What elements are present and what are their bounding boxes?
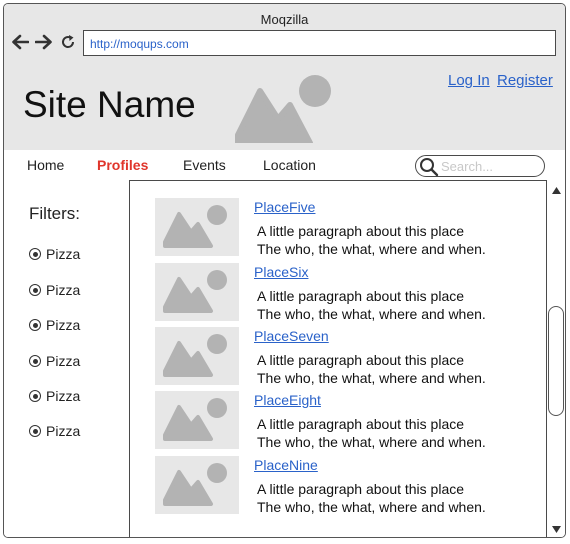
filter-option[interactable]: Pizza	[29, 245, 80, 263]
menu-item-events[interactable]: Events	[183, 157, 226, 173]
filter-label: Pizza	[46, 317, 81, 333]
radio-icon[interactable]	[29, 248, 41, 260]
place-details: The who, the what, where and when.	[257, 306, 486, 322]
filter-option[interactable]: Pizza	[29, 316, 80, 334]
browser-window: Moqzilla http://moqups.com Site Name Log…	[3, 3, 566, 538]
filter-option[interactable]: Pizza	[29, 387, 80, 405]
scroll-down-arrow-icon[interactable]	[547, 521, 565, 537]
placeholder-image-icon	[163, 205, 227, 248]
filters-title: Filters:	[29, 204, 80, 223]
search-placeholder: Search...	[441, 159, 494, 174]
place-thumbnail	[155, 391, 239, 449]
place-description: A little paragraph about this place	[257, 416, 465, 432]
place-details: The who, the what, where and when.	[257, 434, 486, 450]
window-title: Moqzilla	[260, 12, 309, 27]
forward-arrow-icon[interactable]	[35, 33, 53, 51]
placeholder-image-icon	[235, 75, 331, 143]
filter-label: Pizza	[46, 388, 81, 404]
place-thumbnail	[155, 456, 239, 514]
scroll-up-arrow-icon[interactable]	[547, 182, 565, 198]
place-description: A little paragraph about this place	[257, 352, 465, 368]
reload-icon[interactable]	[59, 33, 77, 51]
filter-label: Pizza	[46, 282, 81, 298]
place-description: A little paragraph about this place	[257, 481, 465, 497]
filter-option[interactable]: Pizza	[29, 422, 80, 440]
place-name-link[interactable]: PlaceSeven	[254, 328, 329, 344]
site-header: Site Name Log In Register	[4, 66, 565, 150]
list-item: PlaceEight A little paragraph about this…	[155, 391, 545, 450]
place-thumbnail	[155, 198, 239, 256]
radio-icon[interactable]	[29, 319, 41, 331]
place-name-link[interactable]: PlaceNine	[254, 457, 318, 473]
filter-label: Pizza	[46, 353, 81, 369]
login-link[interactable]: Log In	[448, 72, 490, 89]
list-item: PlaceNine A little paragraph about this …	[155, 456, 545, 515]
menu-item-profiles[interactable]: Profiles	[97, 157, 148, 173]
place-details: The who, the what, where and when.	[257, 370, 486, 386]
filter-option[interactable]: Pizza	[29, 281, 80, 299]
place-details: The who, the what, where and when.	[257, 241, 486, 257]
filters-sidebar: Filters: Pizza Pizza Pizza Pizza Pizza P…	[4, 180, 130, 537]
browser-titlebar: Moqzilla http://moqups.com	[4, 4, 565, 67]
list-item: PlaceSix A little paragraph about this p…	[155, 263, 545, 322]
list-item: PlaceFive A little paragraph about this …	[155, 198, 545, 257]
placeholder-image-icon	[163, 334, 227, 377]
place-thumbnail	[155, 327, 239, 385]
url-input[interactable]: http://moqups.com	[83, 30, 556, 56]
scrollbar-thumb[interactable]	[548, 306, 564, 416]
radio-icon[interactable]	[29, 390, 41, 402]
vertical-scrollbar[interactable]	[546, 180, 565, 537]
back-arrow-icon[interactable]	[11, 33, 29, 51]
place-name-link[interactable]: PlaceEight	[254, 392, 321, 408]
main-menu: Home Profiles Events Location Search...	[4, 150, 565, 181]
register-link[interactable]: Register	[497, 72, 553, 89]
place-name-link[interactable]: PlaceSix	[254, 264, 308, 280]
place-name-link[interactable]: PlaceFive	[254, 199, 315, 215]
search-icon	[420, 158, 439, 177]
filter-label: Pizza	[46, 423, 81, 439]
place-description: A little paragraph about this place	[257, 223, 465, 239]
placeholder-image-icon	[163, 270, 227, 313]
filter-option[interactable]: Pizza	[29, 352, 80, 370]
radio-icon[interactable]	[29, 284, 41, 296]
placeholder-image-icon	[163, 398, 227, 441]
radio-icon[interactable]	[29, 425, 41, 437]
places-list: PlaceFive A little paragraph about this …	[130, 180, 545, 537]
radio-icon[interactable]	[29, 355, 41, 367]
filter-label: Pizza	[46, 246, 81, 262]
place-details: The who, the what, where and when.	[257, 499, 486, 515]
list-item: PlaceSeven A little paragraph about this…	[155, 327, 545, 386]
site-name: Site Name	[23, 84, 196, 125]
place-description: A little paragraph about this place	[257, 288, 465, 304]
menu-item-location[interactable]: Location	[263, 157, 316, 173]
search-input[interactable]: Search...	[415, 155, 545, 177]
placeholder-image-icon	[163, 463, 227, 506]
place-thumbnail	[155, 263, 239, 321]
menu-item-home[interactable]: Home	[27, 157, 64, 173]
